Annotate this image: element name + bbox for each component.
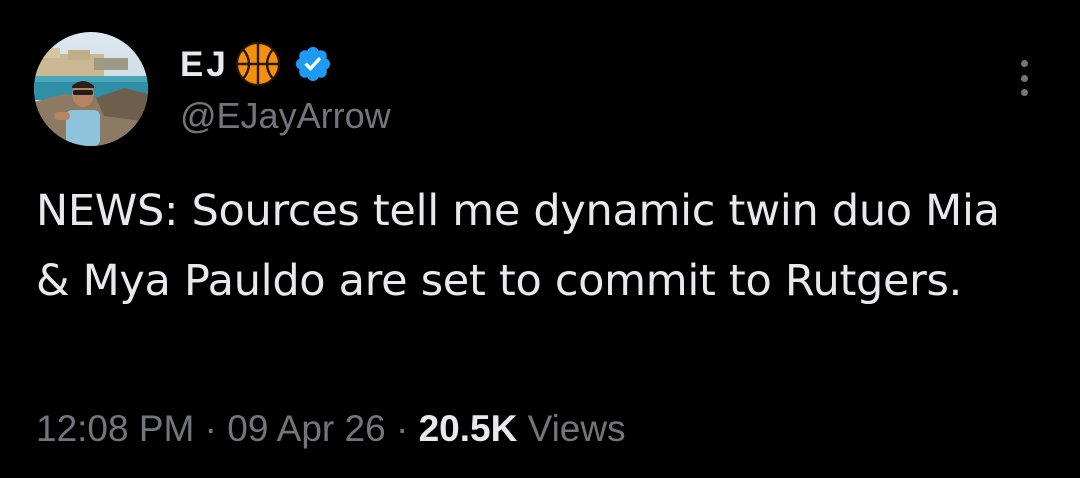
- author-handle[interactable]: @EJayArrow: [180, 96, 391, 136]
- more-dot: [1020, 60, 1028, 67]
- display-name[interactable]: EJ: [180, 47, 229, 82]
- basketball-icon: [235, 41, 281, 87]
- views-count: 20.5K: [418, 408, 518, 449]
- tweet-time[interactable]: 12:08 PM: [36, 408, 194, 449]
- more-options-icon[interactable]: [1012, 58, 1036, 98]
- tweet-date[interactable]: 09 Apr 26: [227, 408, 385, 449]
- avatar[interactable]: [34, 32, 148, 146]
- tweet-text: NEWS: Sources tell me dynamic twin duo M…: [36, 186, 1000, 306]
- verified-badge-icon[interactable]: [293, 44, 333, 84]
- meta-separator: ·: [204, 408, 228, 449]
- tweet-card: EJ @EJayArrow NEWS: Sources tell me dyna…: [0, 0, 1080, 478]
- meta-separator: ·: [395, 408, 419, 449]
- avatar-photo: [34, 32, 148, 146]
- tweet-meta: 12:08 PM · 09 Apr 26 · 20.5K Views: [36, 404, 626, 454]
- more-dot: [1020, 74, 1028, 82]
- author-name-row[interactable]: EJ: [180, 40, 333, 88]
- more-dot: [1020, 89, 1028, 96]
- views-label: Views: [527, 408, 626, 449]
